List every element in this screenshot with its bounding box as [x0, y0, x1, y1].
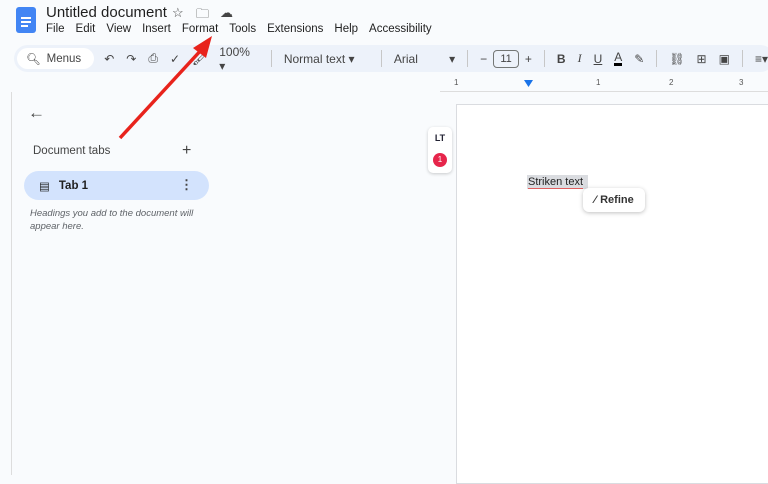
arrow-shaft	[118, 46, 205, 140]
annotation-arrow	[118, 36, 212, 140]
